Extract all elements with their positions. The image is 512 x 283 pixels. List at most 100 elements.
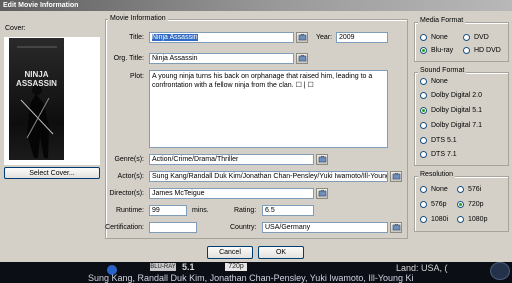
radio-label: None	[431, 186, 448, 193]
tv-icon	[392, 172, 400, 180]
title-label: Title:	[129, 34, 144, 41]
res-720p-radio[interactable]: 720p	[457, 201, 484, 208]
background-disc-logo: BLU-RAY	[150, 263, 176, 271]
sound-format-title: Sound Format	[418, 67, 467, 75]
genres-field[interactable]: Action/Crime/Drama/Thriller	[149, 154, 314, 165]
title-lookup-button[interactable]	[296, 32, 308, 43]
radio-circle	[463, 47, 470, 54]
radio-circle	[420, 137, 427, 144]
media-dvd-radio[interactable]: DVD	[463, 34, 489, 41]
radio-label: DTS 7.1	[431, 151, 457, 158]
country-label: Country:	[230, 224, 257, 231]
media-format-title: Media Format	[418, 17, 466, 25]
radio-circle	[420, 122, 427, 129]
runtime-field[interactable]: 99	[149, 205, 187, 216]
media-hddvd-radio[interactable]: HD DVD	[463, 47, 501, 54]
radio-circle-selected	[420, 107, 427, 114]
sound-none-radio[interactable]: None	[420, 78, 448, 85]
background-audio-badge: 5.1	[182, 262, 195, 272]
background-land-text: Land: USA, (	[396, 263, 448, 273]
genres-picker-button[interactable]	[316, 154, 328, 165]
radio-label: HD DVD	[474, 47, 501, 54]
directors-field[interactable]: James McTeigue	[149, 188, 314, 199]
radio-circle	[420, 34, 427, 41]
sound-dd20-radio[interactable]: Dolby Digital 2.0	[420, 92, 482, 99]
cover-image	[9, 38, 64, 160]
radio-circle	[420, 186, 427, 193]
org-title-field[interactable]: Ninja Assassin	[149, 53, 294, 64]
radio-circle	[420, 216, 427, 223]
runtime-label: Runtime:	[115, 207, 144, 214]
certification-label: Certification:	[105, 224, 144, 231]
sound-dd51-radio[interactable]: Dolby Digital 5.1	[420, 107, 482, 114]
radio-label: DVD	[474, 34, 489, 41]
tv-icon	[318, 155, 326, 163]
radio-circle-selected	[457, 201, 464, 208]
year-label: Year:	[316, 34, 333, 41]
res-576p-radio[interactable]: 576p	[420, 201, 447, 208]
radio-circle	[420, 151, 427, 158]
ninja-figure-icon	[17, 46, 57, 158]
res-576i-radio[interactable]: 576i	[457, 186, 481, 193]
country-field[interactable]: USA/Germany	[262, 222, 388, 233]
radio-circle	[420, 201, 427, 208]
plot-textarea[interactable]: A young ninja turns his back on orphanag…	[149, 70, 388, 148]
country-picker-button[interactable]	[390, 222, 402, 233]
actors-field[interactable]: Sung Kang/Randall Duk Kim/Jonathan Chan-…	[149, 171, 388, 182]
background-cast-text: Sung Kang, Randall Duk Kim, Jonathan Cha…	[88, 273, 414, 283]
genres-label: Genre(s):	[114, 156, 144, 163]
radio-label: None	[431, 78, 448, 85]
actors-picker-button[interactable]	[390, 171, 402, 182]
cover-label: Cover:	[5, 25, 26, 32]
ok-button[interactable]: OK	[258, 246, 304, 259]
radio-circle	[457, 216, 464, 223]
plot-label: Plot:	[129, 73, 144, 80]
actors-label: Actor(s):	[117, 173, 144, 180]
cancel-button[interactable]: Cancel	[207, 246, 253, 259]
media-none-radio[interactable]: None	[420, 34, 448, 41]
select-cover-button[interactable]: Select Cover...	[4, 167, 100, 179]
radio-circle	[420, 92, 427, 99]
radio-label: 1080p	[468, 216, 488, 223]
res-none-radio[interactable]: None	[420, 186, 448, 193]
tv-icon	[298, 54, 306, 62]
media-bluray-radio[interactable]: Blu-ray	[420, 47, 453, 54]
radio-circle-selected	[420, 47, 427, 54]
radio-circle	[457, 186, 464, 193]
directors-picker-button[interactable]	[316, 188, 328, 199]
radio-label: Dolby Digital 2.0	[431, 92, 482, 99]
certification-field[interactable]	[149, 222, 197, 233]
radio-label: Dolby Digital 5.1	[431, 107, 482, 114]
tv-icon	[298, 33, 306, 41]
rating-field[interactable]: 6.5	[262, 205, 314, 216]
runtime-unit: mins.	[192, 207, 209, 214]
org-title-lookup-button[interactable]	[296, 53, 308, 64]
radio-label: Dolby Digital 7.1	[431, 122, 482, 129]
resolution-title: Resolution	[418, 171, 456, 179]
background-resolution-badge: 720p	[225, 263, 247, 271]
media-format-group	[414, 22, 509, 62]
poster-title-line1: NINJA	[24, 70, 49, 79]
radio-label: None	[431, 34, 448, 41]
radio-circle	[463, 34, 470, 41]
window-title: Edit Movie Information	[3, 2, 79, 9]
tv-icon	[392, 223, 400, 231]
radio-label: 1080i	[431, 216, 449, 223]
sound-dts51-radio[interactable]: DTS 5.1	[420, 137, 457, 144]
cover-poster-title: NINJA ASSASSIN	[9, 70, 64, 88]
radio-label: DTS 5.1	[431, 137, 457, 144]
radio-label: Blu-ray	[431, 47, 454, 54]
radio-label: 576i	[468, 186, 482, 193]
res-1080i-radio[interactable]: 1080i	[420, 216, 448, 223]
rating-label: Rating:	[234, 207, 257, 214]
sound-dd71-radio[interactable]: Dolby Digital 7.1	[420, 122, 482, 129]
radio-label: 576p	[431, 201, 447, 208]
title-field[interactable]: Ninja Assassin	[149, 32, 294, 43]
background-round-icon	[490, 262, 510, 280]
year-field[interactable]: 2009	[336, 32, 388, 43]
tv-icon	[318, 189, 326, 197]
sound-dts71-radio[interactable]: DTS 7.1	[420, 151, 457, 158]
radio-circle	[420, 78, 427, 85]
movie-information-title: Movie Information	[108, 15, 168, 23]
res-1080p-radio[interactable]: 1080p	[457, 216, 487, 223]
